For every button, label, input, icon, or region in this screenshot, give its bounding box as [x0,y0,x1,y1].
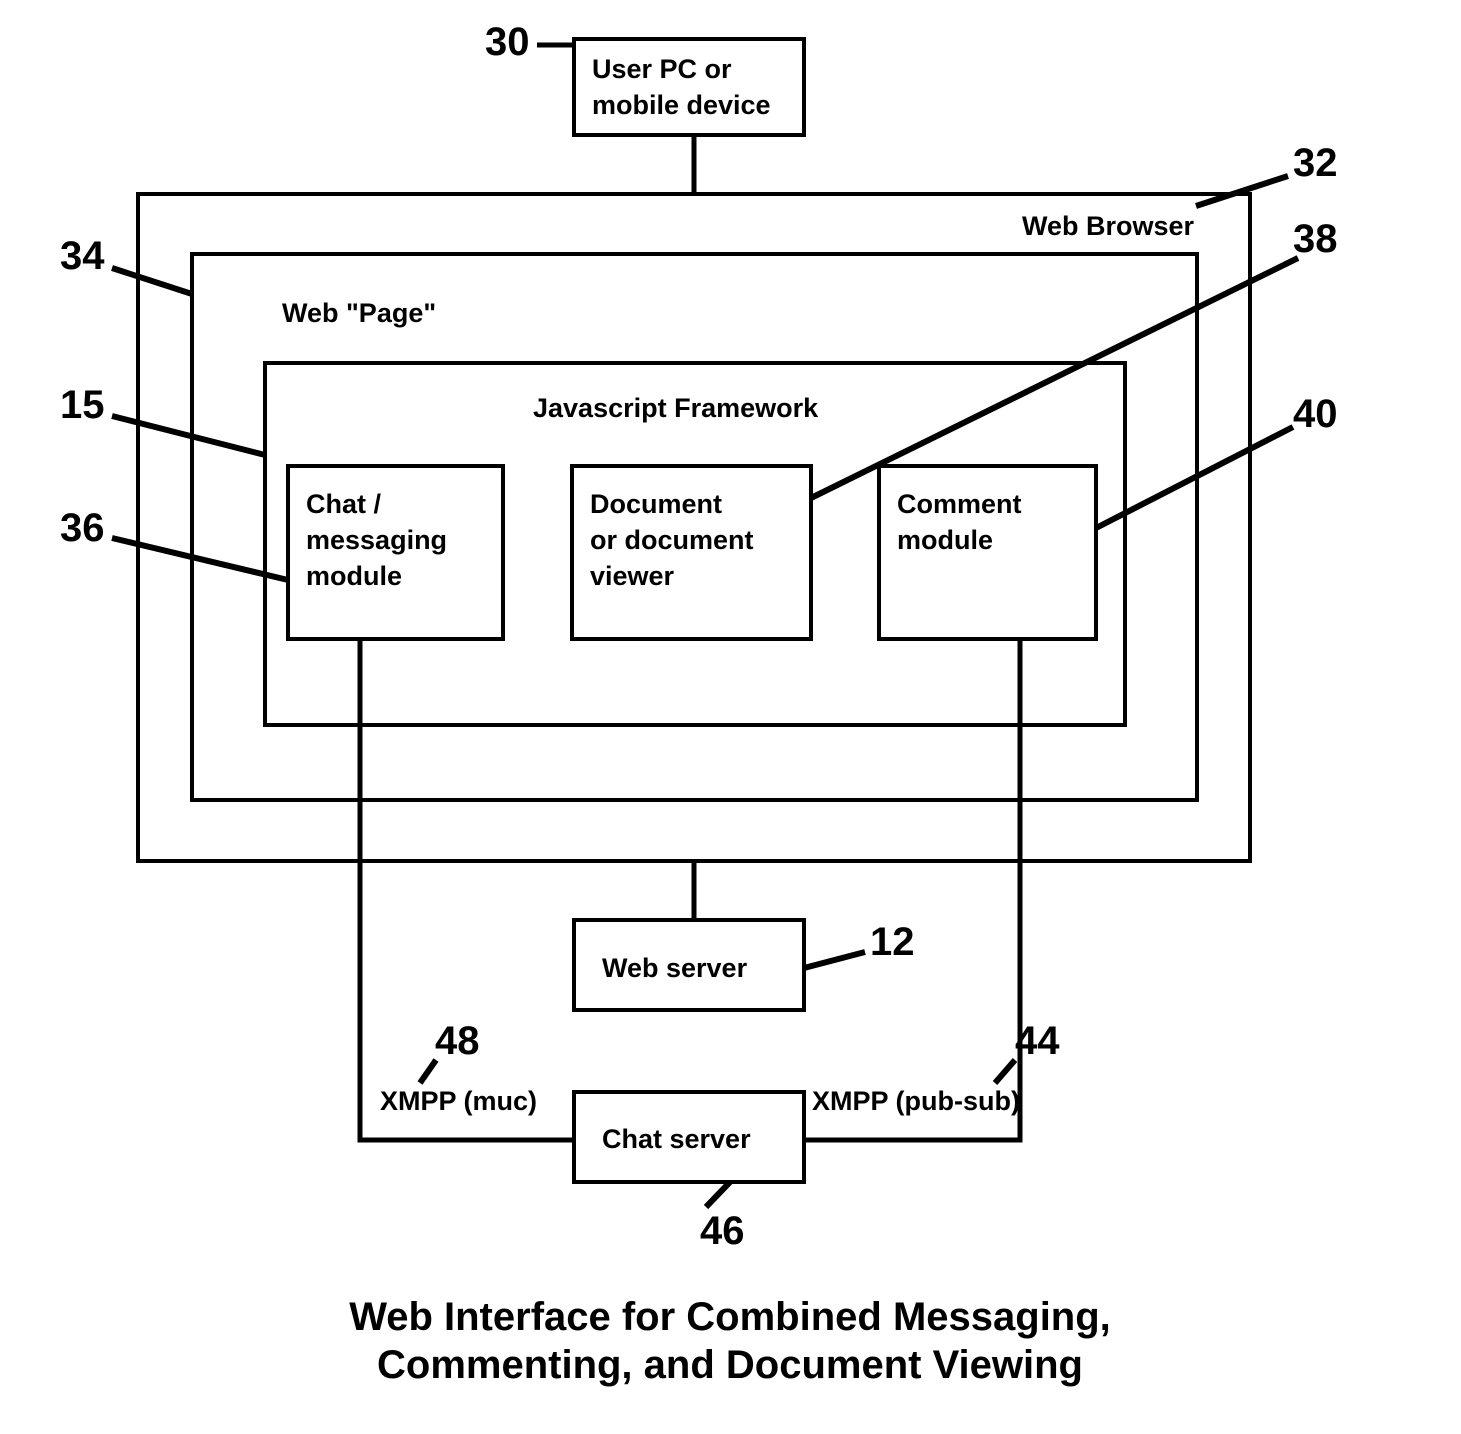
web-server-label: Web server [602,953,748,983]
ref-12: 12 [870,920,915,964]
leader-12 [804,952,865,968]
diagram-title-l2: Commenting, and Document Viewing [377,1343,1083,1387]
ref-48: 48 [435,1019,480,1063]
ref-34: 34 [60,234,105,278]
ref-38: 38 [1293,217,1338,261]
leader-48 [420,1060,436,1083]
comment-module-l1: Comment [897,489,1022,519]
web-browser-label: Web Browser [1022,211,1195,241]
ref-44: 44 [1015,1019,1060,1063]
ref-30: 30 [485,20,530,64]
chat-module-l1: Chat / [306,489,382,519]
user-pc-label-l1: User PC or [592,54,732,84]
ref-36: 36 [60,506,105,550]
chat-server-label: Chat server [602,1124,751,1154]
doc-viewer-l2: or document [590,525,754,555]
comment-module-l2: module [897,525,993,555]
ref-40: 40 [1293,392,1338,436]
chat-module-l3: module [306,561,402,591]
ref-15: 15 [60,383,105,427]
js-framework-label: Javascript Framework [533,393,819,423]
ref-46: 46 [700,1209,745,1253]
web-page-label: Web "Page" [282,298,436,328]
ref-32: 32 [1293,141,1338,185]
doc-viewer-l1: Document [590,489,722,519]
xmpp-pubsub-label: XMPP (pub-sub) [812,1086,1020,1116]
chat-module-l2: messaging [306,525,447,555]
doc-viewer-l3: viewer [590,561,675,591]
xmpp-muc-label: XMPP (muc) [380,1086,537,1116]
leader-44 [995,1060,1015,1083]
leader-46 [706,1182,730,1207]
diagram-title-l1: Web Interface for Combined Messaging, [349,1295,1111,1339]
user-pc-label-l2: mobile device [592,90,771,120]
